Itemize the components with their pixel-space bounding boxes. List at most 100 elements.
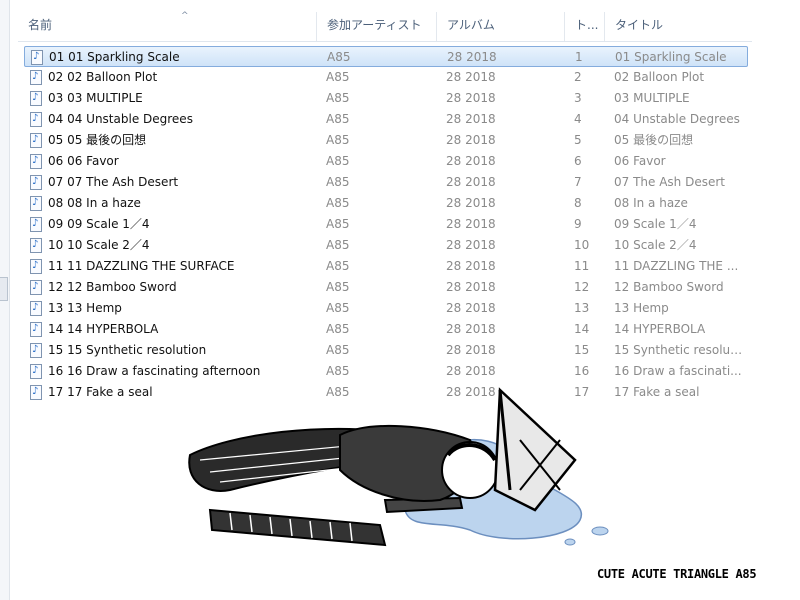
file-title: 12 Bamboo Sword [614,280,724,294]
file-name: 14 14 HYPERBOLA [48,322,159,336]
file-row[interactable]: 01 01 Sparkling Scale A85 28 2018 1 01 Spark… [24,46,748,67]
file-album: 28 2018 [446,217,496,231]
file-title: 15 Synthetic resolut... [614,343,746,357]
file-row[interactable]: 14 14 HYPERBOLA A85 28 2018 14 14 HYPERBOLA [24,319,748,340]
pane-splitter-handle[interactable] [0,277,8,301]
music-file-icon [30,363,42,379]
file-name: 05 05 最後の回想 [48,133,147,147]
file-title: 10 Scale 2／4 [614,238,697,252]
file-row[interactable]: 15 15 Synthetic resolution A85 28 2018 15 15… [24,340,748,361]
file-artist: A85 [326,133,350,147]
file-row[interactable]: 10 10 Scale 2／4 A85 28 2018 10 10 Scale 2／4 [24,235,748,256]
file-album: 28 2018 [446,238,496,252]
file-row[interactable]: 16 16 Draw a fascinating afternoon A85 28 … [24,361,748,382]
file-album: 28 2018 [446,322,496,336]
column-header-album[interactable]: アルバム [436,12,564,41]
file-row[interactable]: 03 03 MULTIPLE A85 28 2018 3 03 MULTIPLE [24,88,748,109]
music-file-icon [30,342,42,358]
sword [208,508,387,547]
music-file-icon [30,90,42,106]
file-album: 28 2018 [446,280,496,294]
file-name: 09 09 Scale 1／4 [48,217,150,231]
file-artist: A85 [326,280,350,294]
column-header-title[interactable]: タイトル [604,12,752,41]
file-artist: A85 [326,259,350,273]
file-name: 12 12 Bamboo Sword [48,280,177,294]
file-album: 28 2018 [446,112,496,126]
file-artist: A85 [326,217,350,231]
column-header-track[interactable]: ト... [564,12,604,41]
music-file-icon [30,216,42,232]
file-track-number: 1 [575,50,583,64]
music-file-icon [30,384,42,400]
file-row[interactable]: 05 05 最後の回想 A85 28 2018 5 05 最後の回想 [24,130,748,151]
file-artist: A85 [326,196,350,210]
file-name: 15 15 Synthetic resolution [48,343,207,357]
file-row[interactable]: 09 09 Scale 1／4 A85 28 2018 9 09 Scale 1／4 [24,214,748,235]
file-row[interactable]: 13 13 Hemp A85 28 2018 13 13 Hemp [24,298,748,319]
file-title: 17 Fake a seal [614,385,700,399]
file-track-number: 15 [574,343,590,357]
music-file-icon [30,300,42,316]
file-row[interactable]: 07 07 The Ash Desert A85 28 2018 7 07 The As… [24,172,748,193]
file-album: 28 2018 [447,50,497,64]
file-row[interactable]: 02 02 Balloon Plot A85 28 2018 2 02 Balloon … [24,67,748,88]
music-file-icon [30,279,42,295]
file-title: 02 Balloon Plot [614,70,705,84]
file-name: 10 10 Scale 2／4 [48,238,150,252]
file-name: 11 11 DAZZLING THE SURFACE [48,259,235,273]
file-album: 28 2018 [446,343,496,357]
file-row[interactable]: 06 06 Favor A85 28 2018 6 06 Favor [24,151,748,172]
file-track-number: 3 [574,91,582,105]
file-track-number: 11 [574,259,590,273]
file-title: 05 最後の回想 [614,133,694,147]
file-artist: A85 [326,238,350,252]
file-title: 03 MULTIPLE [614,91,690,105]
file-title: 14 HYPERBOLA [614,322,706,336]
file-title: 16 Draw a fascinati... [614,364,742,378]
file-title: 13 Hemp [614,301,669,315]
file-name: 01 01 Sparkling Scale [49,50,180,64]
file-title: 11 DAZZLING THE ... [614,259,739,273]
signature-text: CUTE ACUTE TRIANGLE A85 [597,567,757,581]
file-title: 08 In a haze [614,196,688,210]
file-album: 28 2018 [446,70,496,84]
puddle-drop [591,526,609,536]
file-title: 07 The Ash Desert [614,175,725,189]
file-album: 28 2018 [446,91,496,105]
file-title: 09 Scale 1／4 [614,217,697,231]
file-title: 06 Favor [614,154,666,168]
music-file-icon [30,174,42,190]
file-row[interactable]: 11 11 DAZZLING THE SURFACE A85 28 2018 11 11… [24,256,748,277]
file-album: 28 2018 [446,154,496,168]
file-row[interactable]: 04 04 Unstable Degrees A85 28 2018 4 04 Unst… [24,109,748,130]
file-album: 28 2018 [446,196,496,210]
column-header-artist[interactable]: 参加アーティスト [316,12,436,41]
file-row[interactable]: 12 12 Bamboo Sword A85 28 2018 12 12 Bamboo … [24,277,748,298]
file-track-number: 7 [574,175,582,189]
file-artist: A85 [326,322,350,336]
file-row[interactable]: 08 08 In a haze A85 28 2018 8 08 In a haze [24,193,748,214]
file-name: 03 03 MULTIPLE [48,91,143,105]
file-title: 04 Unstable Degrees [614,112,740,126]
file-name: 13 13 Hemp [48,301,122,315]
music-file-icon [30,195,42,211]
file-track-number: 13 [574,301,590,315]
file-artist: A85 [326,343,350,357]
file-track-number: 4 [574,112,582,126]
explorer-window: ^ 名前 参加アーティスト アルバム ト... タイトル 01 01 Spark… [0,0,800,600]
column-header-name[interactable]: 名前 [18,12,316,41]
file-name: 08 08 In a haze [48,196,141,210]
file-album: 28 2018 [446,301,496,315]
file-track-number: 10 [574,238,590,252]
file-track-number: 2 [574,70,582,84]
file-artist: A85 [326,175,350,189]
file-name: 04 04 Unstable Degrees [48,112,193,126]
column-header: ^ 名前 参加アーティスト アルバム ト... タイトル [18,12,752,42]
file-artist: A85 [326,91,350,105]
file-track-number: 5 [574,133,582,147]
music-file-icon [30,153,42,169]
file-album: 28 2018 [446,259,496,273]
file-artist: A85 [326,301,350,315]
file-album: 28 2018 [446,133,496,147]
